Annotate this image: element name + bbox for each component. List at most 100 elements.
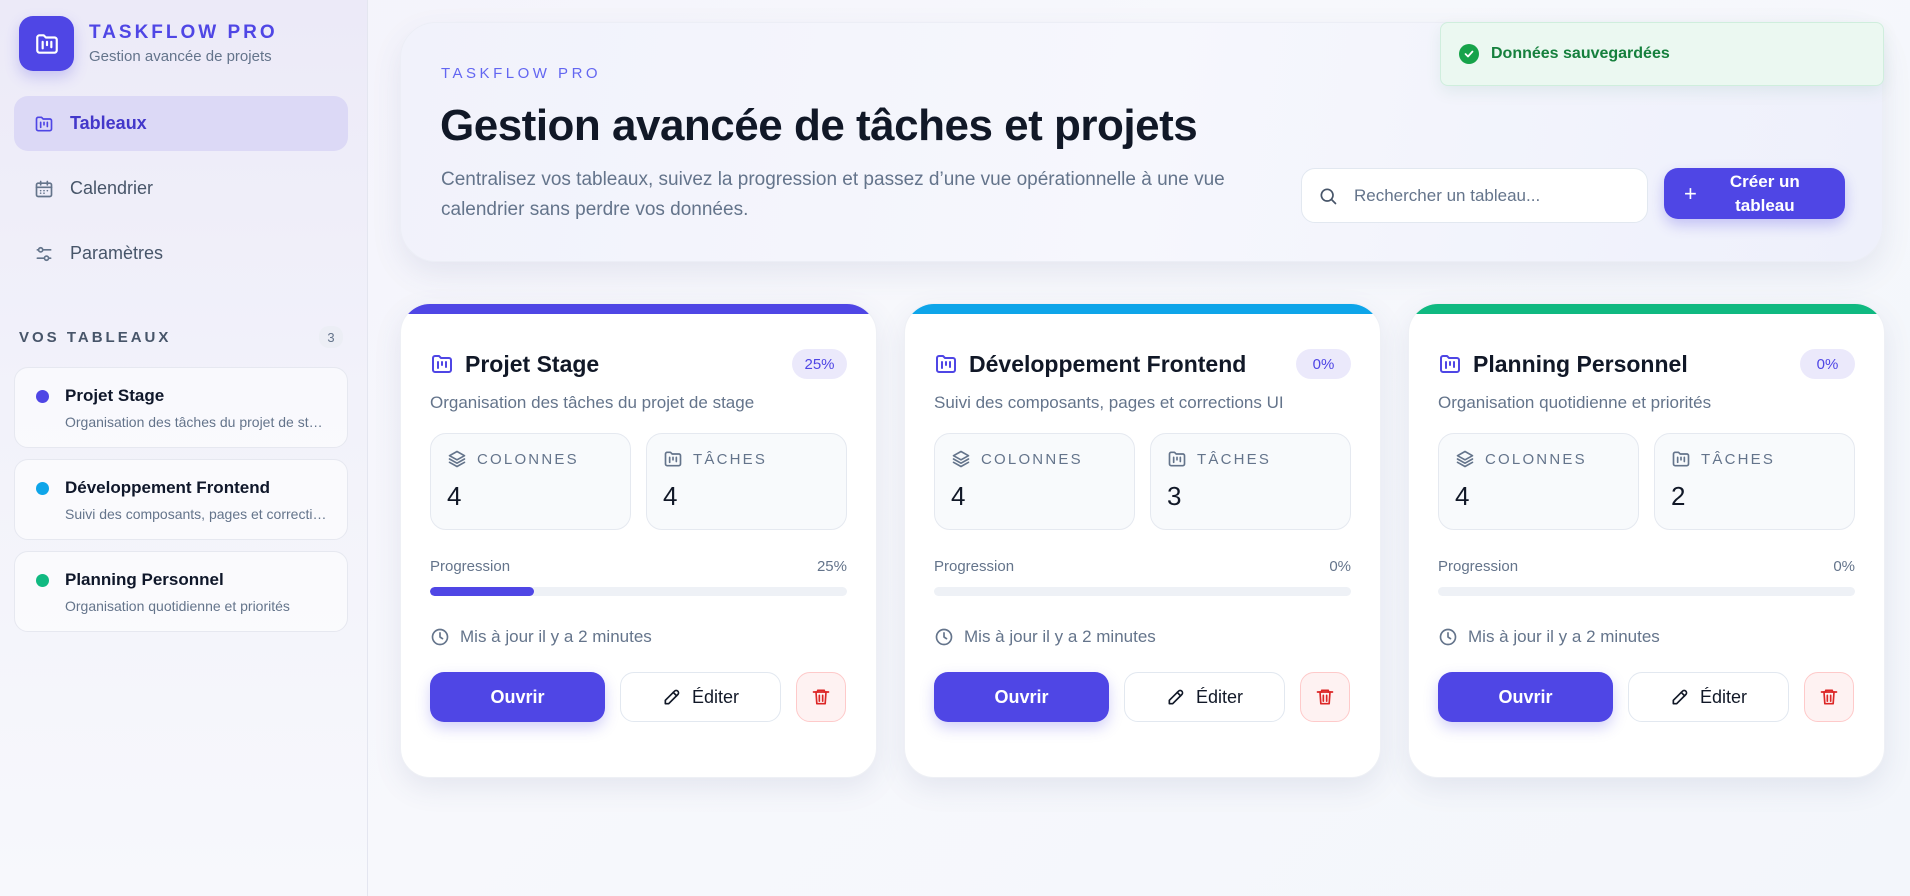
progress-label: Progression [1438,558,1519,575]
board-color-dot [36,482,49,495]
progress-bar [934,587,1351,596]
delete-button[interactable] [1300,672,1350,722]
boards-count-badge: 3 [319,326,343,348]
pencil-icon [1166,687,1186,707]
open-button[interactable]: Ouvrir [430,672,605,722]
progress-value: 0% [1833,558,1855,575]
page-title: Gestion avancée de tâches et projets [440,101,1198,150]
search-icon [1318,186,1338,206]
trash-icon [1819,687,1839,707]
layers-icon [447,449,467,469]
plus-icon: + [1684,180,1697,206]
progress-label: Progression [430,558,511,575]
board-color-dot [36,574,49,587]
progress-bar [430,587,847,596]
check-circle-icon [1459,44,1479,64]
pencil-icon [662,687,682,707]
delete-button[interactable] [796,672,846,722]
progress-badge: 0% [1296,349,1351,379]
edit-label: Éditer [1699,686,1748,707]
tasks-count: 4 [663,481,678,511]
columns-label: COLONNES [981,450,1083,468]
layers-icon [951,449,971,469]
open-button[interactable]: Ouvrir [1438,672,1613,722]
board-card: Projet Stage 25% Organisation des tâches… [400,303,877,778]
board-list-item[interactable]: Planning Personnel Organisation quotidie… [14,551,348,632]
tasks-stat: TÂCHES 4 [646,433,847,530]
delete-button[interactable] [1804,672,1854,722]
card-description: Organisation des tâches du projet de sta… [430,393,755,412]
board-list-item-desc: Organisation des tâches du projet de sta… [65,414,327,430]
board-icon [663,449,683,469]
nav-label: Tableaux [70,113,147,133]
board-list-item-desc: Organisation quotidienne et priorités [65,598,290,614]
columns-stat: COLONNES 4 [934,433,1135,530]
clock-icon [1438,627,1458,647]
brand-logo-icon [19,16,74,71]
edit-button[interactable]: Éditer [1124,672,1285,722]
tasks-count: 3 [1167,481,1182,511]
board-list-item[interactable]: Projet Stage Organisation des tâches du … [14,367,348,448]
board-color-dot [36,390,49,403]
board-list-item-name: Développement Frontend [65,478,270,497]
tasks-count: 2 [1671,481,1686,511]
create-board-button[interactable]: + Créer un tableau [1664,168,1845,219]
edit-label: Éditer [1195,686,1244,707]
updated-text: Mis à jour il y a 2 minutes [964,627,1156,646]
edit-button[interactable]: Éditer [1628,672,1789,722]
columns-label: COLONNES [477,450,579,468]
boards-section-header: VOS TABLEAUX 3 [19,326,343,348]
board-card: Planning Personnel 0% Organisation quoti… [1408,303,1885,778]
board-list-item-name: Projet Stage [65,386,165,405]
search-box[interactable] [1301,168,1648,223]
progress-badge: 25% [792,349,847,379]
nav-label: Calendrier [70,178,154,198]
board-icon [1167,449,1187,469]
tasks-stat: TÂCHES 3 [1150,433,1351,530]
tasks-label: TÂCHES [1197,450,1272,468]
updated-text: Mis à jour il y a 2 minutes [1468,627,1660,646]
board-list-item-desc: Suivi des composants, pages et correctio… [65,506,327,522]
clock-icon [430,627,450,647]
sliders-icon [34,244,54,264]
success-toast: Données sauvegardées [1440,22,1884,86]
edit-button[interactable]: Éditer [620,672,781,722]
progress-value: 0% [1329,558,1351,575]
main-nav: Tableaux Calendrier Paramètres [14,96,348,291]
hero-eyebrow: TASKFLOW PRO [441,65,602,82]
nav-label: Paramètres [70,243,164,263]
updated-text: Mis à jour il y a 2 minutes [460,627,652,646]
nav-item-tableaux[interactable]: Tableaux [14,96,348,151]
edit-label: Éditer [691,686,740,707]
board-list-item[interactable]: Développement Frontend Suivi des composa… [14,459,348,540]
tasks-label: TÂCHES [693,450,768,468]
nav-item-parametres[interactable]: Paramètres [14,226,348,281]
tasks-stat: TÂCHES 2 [1654,433,1855,530]
open-button[interactable]: Ouvrir [934,672,1109,722]
columns-label: COLONNES [1485,450,1587,468]
clock-icon [934,627,954,647]
calendar-icon [34,179,54,199]
board-icon [934,352,958,376]
trash-icon [1315,687,1335,707]
create-board-label: Créer un tableau [1729,171,1800,215]
columns-stat: COLONNES 4 [430,433,631,530]
nav-item-calendrier[interactable]: Calendrier [14,161,348,216]
sidebar: TASKFLOW PRO Gestion avancée de projets … [0,0,368,896]
brand-name: TASKFLOW PRO [89,22,278,43]
boards-section-title: VOS TABLEAUX [19,328,172,346]
progress-bar-fill [430,587,535,596]
progress-value: 25% [816,558,847,575]
board-icon [1438,352,1462,376]
search-input[interactable] [1354,185,1634,206]
board-icon [1671,449,1691,469]
tasks-label: TÂCHES [1701,450,1776,468]
pencil-icon [1670,687,1690,707]
toast-message: Données sauvegardées [1491,45,1670,62]
layers-icon [1455,449,1475,469]
card-title: Développement Frontend [969,350,1247,377]
board-icon [34,114,54,134]
board-card: Développement Frontend 0% Suivi des comp… [904,303,1381,778]
columns-stat: COLONNES 4 [1438,433,1639,530]
card-title: Planning Personnel [1473,350,1688,377]
